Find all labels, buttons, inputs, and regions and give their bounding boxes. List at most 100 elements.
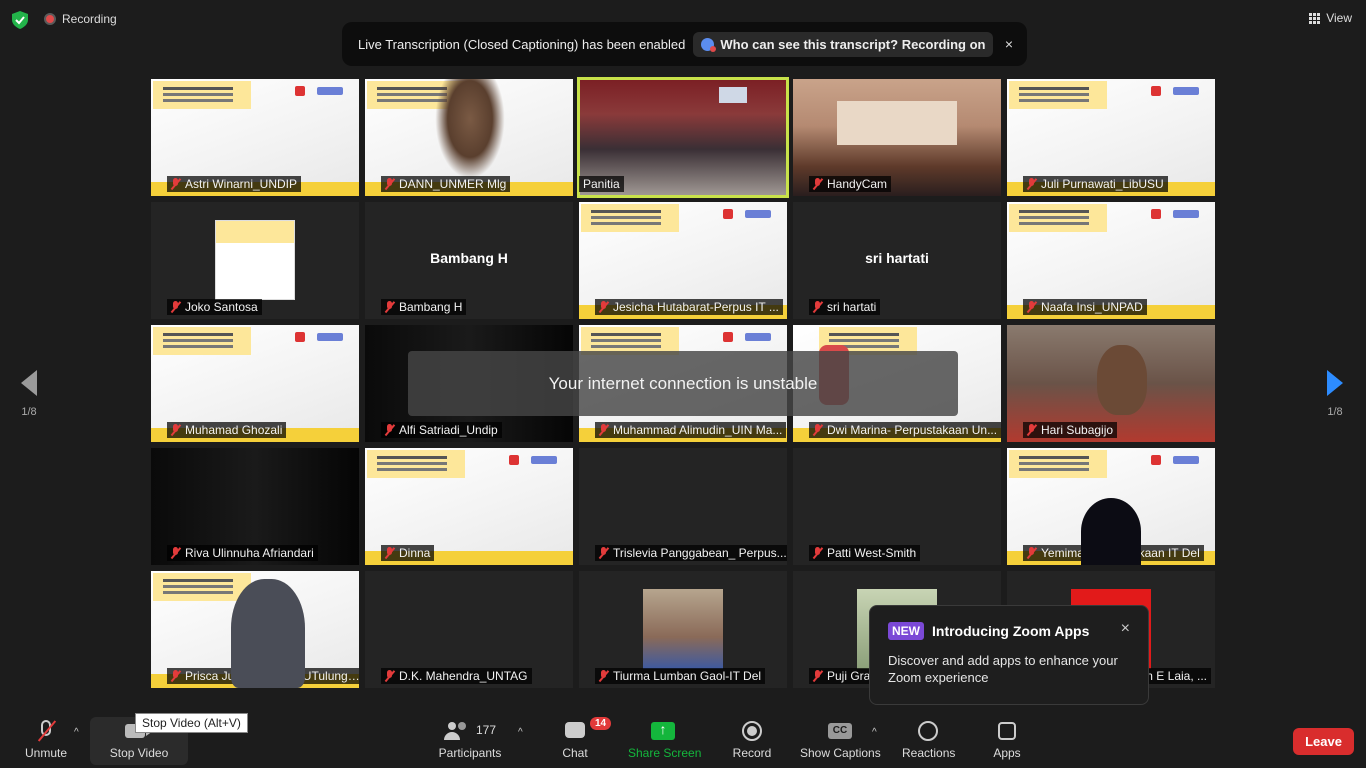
video-tile[interactable]: Naafa Insi_UNPAD xyxy=(1007,202,1215,319)
transcript-visibility-button[interactable]: Who can see this transcript? Recording o… xyxy=(693,31,994,57)
mic-muted-icon xyxy=(170,178,181,190)
logo xyxy=(1151,454,1209,468)
reaction-smiley-icon xyxy=(918,721,938,741)
participant-name: D.K. Mahendra_UNTAG xyxy=(381,668,532,684)
connection-warning: Your internet connection is unstable xyxy=(408,351,958,416)
stop-video-tooltip: Stop Video (Alt+V) xyxy=(135,713,248,733)
video-tile[interactable]: Joko Santosa xyxy=(151,202,359,319)
participant-name: sri hartati xyxy=(809,299,881,315)
video-tile[interactable]: Tiurma Lumban Gaol-IT Del xyxy=(579,571,787,688)
logo xyxy=(1151,208,1209,222)
video-tile[interactable]: sri hartati sri hartati xyxy=(793,202,1001,319)
close-icon[interactable]: × xyxy=(1121,620,1130,638)
video-tile[interactable]: Bambang H Bambang H xyxy=(365,202,573,319)
participant-name: Alfi Satriadi_Undip xyxy=(381,422,502,438)
apps-button[interactable]: Apps xyxy=(992,720,1022,760)
show-captions-label: Show Captions xyxy=(800,746,881,760)
video-tile[interactable]: Jesicha Hutabarat-Perpus IT ... xyxy=(579,202,787,319)
video-tile[interactable]: D.K. Mahendra_UNTAG xyxy=(365,571,573,688)
view-button[interactable]: View xyxy=(1309,11,1352,25)
participant-name: Prisca Juvita_UINSATUTulunga... xyxy=(167,668,359,684)
logo xyxy=(1151,85,1209,99)
page-indicator-right: 1/8 xyxy=(1327,406,1343,418)
record-button[interactable]: Record xyxy=(732,720,772,760)
banner-text: Live Transcription (Closed Captioning) h… xyxy=(358,36,686,52)
logo xyxy=(509,454,567,468)
zoom-meeting-window: Recording View Live Transcription (Close… xyxy=(0,0,1366,768)
mic-muted-icon xyxy=(1026,178,1037,190)
close-icon[interactable]: × xyxy=(1005,36,1013,52)
video-tile[interactable]: Hari Subagijo xyxy=(1007,325,1215,442)
share-screen-label: Share Screen xyxy=(628,746,702,760)
shield-icon[interactable] xyxy=(12,11,28,29)
chevron-up-icon[interactable]: ^ xyxy=(518,727,523,738)
video-tile[interactable]: HandyCam xyxy=(793,79,1001,196)
video-tile[interactable]: DANN_UNMER Mlg xyxy=(365,79,573,196)
show-captions-button[interactable]: CC Show Captions xyxy=(800,720,881,760)
participant-name: Panitia xyxy=(579,176,624,192)
closed-captions-icon: CC xyxy=(828,723,852,739)
seminar-slide xyxy=(581,204,679,232)
chevron-up-icon[interactable]: ^ xyxy=(872,727,877,738)
participant-name: DANN_UNMER Mlg xyxy=(381,176,511,192)
video-tile[interactable]: Juli Purnawati_LibUSU xyxy=(1007,79,1215,196)
seminar-slide xyxy=(1009,204,1107,232)
participants-label: Participants xyxy=(438,746,502,760)
record-icon xyxy=(742,721,762,741)
logo xyxy=(723,208,781,222)
participant-name: Hari Subagijo xyxy=(1023,422,1118,438)
next-page-button[interactable]: 1/8 xyxy=(1320,370,1350,418)
stop-video-label: Stop Video xyxy=(109,746,169,760)
chat-label: Chat xyxy=(562,746,588,760)
participant-name: n E Laia, ... xyxy=(1142,668,1211,684)
participant-name: Dinna xyxy=(381,545,435,561)
page-indicator-left: 1/8 xyxy=(21,406,37,418)
video-tile[interactable]: Trislevia Panggabean_ Perpus... xyxy=(579,448,787,565)
participant-photo xyxy=(643,589,723,669)
mic-muted-icon xyxy=(598,670,609,682)
share-screen-button[interactable]: Share Screen xyxy=(628,720,702,760)
unmute-button[interactable]: Unmute xyxy=(24,720,68,760)
mic-muted-icon xyxy=(812,178,823,190)
video-tile-active-speaker[interactable]: Panitia xyxy=(577,77,789,198)
mic-muted-icon xyxy=(812,424,823,436)
chat-button[interactable]: Chat xyxy=(560,720,590,760)
reactions-button[interactable]: Reactions xyxy=(902,720,956,760)
record-label: Record xyxy=(732,746,772,760)
apps-label: Apps xyxy=(993,746,1021,760)
video-tile[interactable]: Yemima_Perpustakaan IT Del xyxy=(1007,448,1215,565)
mic-muted-icon xyxy=(812,301,823,313)
logo xyxy=(295,331,353,345)
recording-indicator[interactable]: Recording xyxy=(44,12,117,26)
video-tile[interactable]: Muhamad Ghozali xyxy=(151,325,359,442)
leave-button[interactable]: Leave xyxy=(1293,728,1354,755)
arrow-left-icon xyxy=(21,370,37,396)
logo xyxy=(723,331,781,345)
reactions-label: Reactions xyxy=(902,746,956,760)
video-tile[interactable]: Riva Ulinnuha Afriandari xyxy=(151,448,359,565)
mic-muted-icon xyxy=(598,547,609,559)
mic-muted-icon xyxy=(1026,424,1037,436)
participant-name: Joko Santosa xyxy=(167,299,262,315)
participant-name: Astri Winarni_UNDIP xyxy=(167,176,302,192)
mic-muted-icon xyxy=(384,178,395,190)
video-tile[interactable]: Prisca Juvita_UINSATUTulunga... xyxy=(151,571,359,688)
record-dot-icon xyxy=(44,13,56,25)
video-tile[interactable]: Astri Winarni_UNDIP xyxy=(151,79,359,196)
participants-button[interactable]: 177 Participants xyxy=(438,720,502,760)
mic-muted-icon xyxy=(170,547,181,559)
video-tile[interactable]: Patti West-Smith xyxy=(793,448,1001,565)
mic-muted-icon xyxy=(812,547,823,559)
person-record-icon xyxy=(701,37,717,52)
mic-muted-icon xyxy=(384,670,395,682)
previous-page-button[interactable]: 1/8 xyxy=(14,370,44,418)
banner-pill-label: Who can see this transcript? Recording o… xyxy=(720,36,986,52)
new-badge: NEW xyxy=(888,622,924,640)
chevron-up-icon[interactable]: ^ xyxy=(74,727,79,738)
participant-name: Patti West-Smith xyxy=(809,545,921,561)
mic-muted-icon xyxy=(384,424,395,436)
recording-label: Recording xyxy=(62,12,117,26)
mic-muted-icon xyxy=(812,670,823,682)
video-tile[interactable]: Dinna xyxy=(365,448,573,565)
participant-name: Bambang H xyxy=(381,299,467,315)
